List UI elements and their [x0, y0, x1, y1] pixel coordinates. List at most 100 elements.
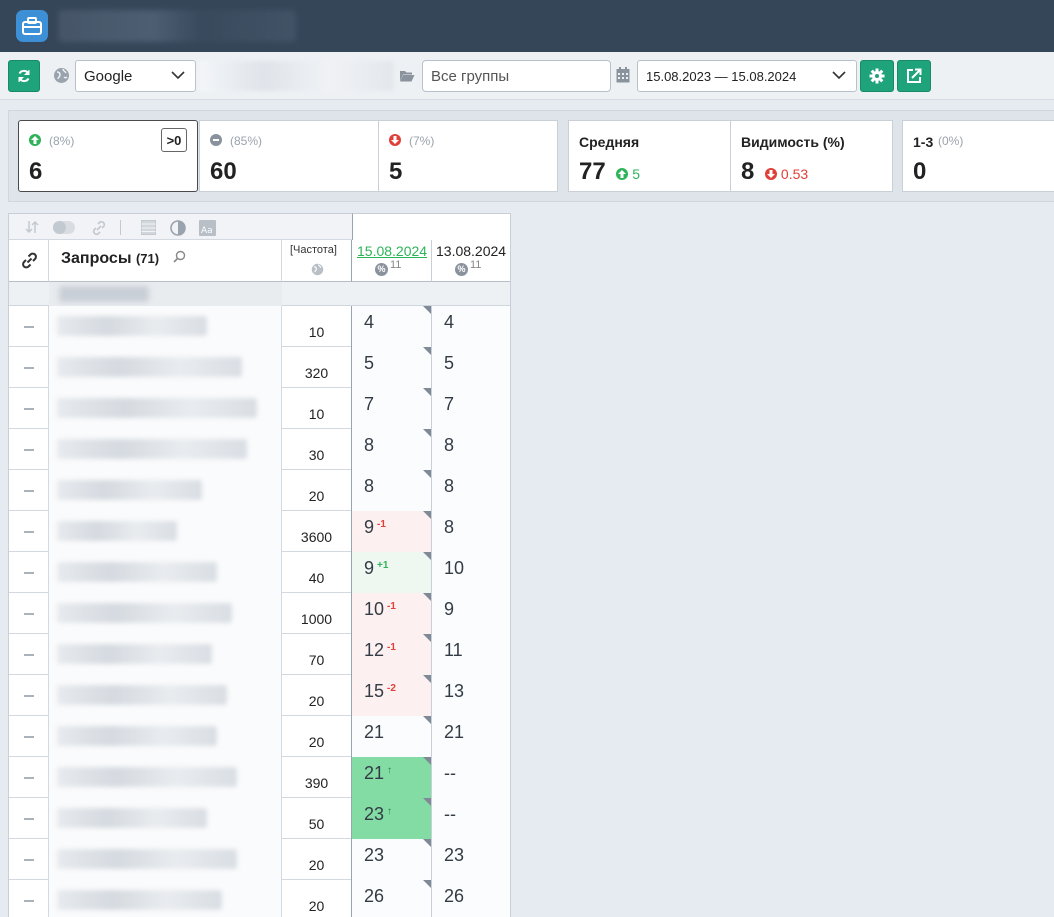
corner-marker-icon[interactable]	[423, 470, 431, 478]
query-cell[interactable]	[49, 839, 282, 880]
row-link-cell[interactable]	[9, 839, 49, 880]
position-cell-date1[interactable]: 8	[352, 470, 432, 511]
position-cell-date1[interactable]: 12 -1	[352, 634, 432, 675]
position-cell-date2[interactable]: 13	[432, 675, 510, 716]
position-cell-date2[interactable]: 21	[432, 716, 510, 757]
position-cell-date2[interactable]: 8	[432, 429, 510, 470]
position-cell-date1[interactable]: 5	[352, 347, 432, 388]
row-link-cell[interactable]	[9, 306, 49, 347]
query-cell[interactable]	[49, 675, 282, 716]
table-row[interactable]: 390 21 ↑ --	[9, 757, 510, 798]
position-cell-date2[interactable]: 7	[432, 388, 510, 429]
font-size-icon[interactable]: Aa	[199, 220, 216, 236]
position-cell-date1[interactable]: 9 -1	[352, 511, 432, 552]
query-cell[interactable]	[49, 634, 282, 675]
position-cell-date2[interactable]: --	[432, 757, 510, 798]
table-row[interactable]: 10 7 7	[9, 388, 510, 429]
position-cell-date2[interactable]: 4	[432, 306, 510, 347]
position-cell-date1[interactable]: 21 ↑	[352, 757, 432, 798]
table-row[interactable]: 20 26 26	[9, 880, 510, 917]
row-link-cell[interactable]	[9, 593, 49, 634]
row-link-cell[interactable]	[9, 552, 49, 593]
position-cell-date2[interactable]: 8	[432, 511, 510, 552]
stat-card-up[interactable]: (8%) >0 6	[18, 120, 198, 192]
search-engine-select[interactable]: Google	[75, 60, 196, 92]
corner-marker-icon[interactable]	[423, 839, 431, 847]
stat-card-same[interactable]: (85%) 60	[199, 120, 379, 192]
stat-card-visibility[interactable]: Видимость (%) 8 0.53	[730, 120, 893, 192]
position-cell-date2[interactable]: 5	[432, 347, 510, 388]
query-cell[interactable]	[49, 798, 282, 839]
table-row[interactable]: 1000 10 -1 9	[9, 593, 510, 634]
settings-button[interactable]	[860, 60, 894, 92]
table-row[interactable]: 20 21 21	[9, 716, 510, 757]
filter-positive-button[interactable]: >0	[161, 128, 187, 152]
table-row[interactable]: 30 8 8	[9, 429, 510, 470]
query-cell[interactable]	[49, 880, 282, 917]
position-cell-date1[interactable]: 21	[352, 716, 432, 757]
row-link-cell[interactable]	[9, 470, 49, 511]
table-row[interactable]: 10 4 4	[9, 306, 510, 347]
export-button[interactable]	[897, 60, 931, 92]
groups-input[interactable]: Все группы	[422, 60, 611, 92]
briefcase-icon[interactable]	[16, 10, 48, 42]
position-cell-date1[interactable]: 15 -2	[352, 675, 432, 716]
row-link-cell[interactable]	[9, 388, 49, 429]
position-cell-date1[interactable]: 23 ↑	[352, 798, 432, 839]
query-cell[interactable]	[49, 552, 282, 593]
frequency-column-header[interactable]: [Частота]	[282, 240, 352, 282]
corner-marker-icon[interactable]	[423, 716, 431, 724]
corner-marker-icon[interactable]	[423, 593, 431, 601]
query-cell[interactable]	[49, 306, 282, 347]
corner-marker-icon[interactable]	[423, 675, 431, 683]
corner-marker-icon[interactable]	[423, 880, 431, 888]
date2-label[interactable]: 13.08.2024	[436, 243, 506, 259]
query-cell[interactable]	[49, 347, 282, 388]
position-cell-date1[interactable]: 4	[352, 306, 432, 347]
row-link-cell[interactable]	[9, 634, 49, 675]
position-cell-date2[interactable]: 10	[432, 552, 510, 593]
position-cell-date2[interactable]: 11	[432, 634, 510, 675]
corner-marker-icon[interactable]	[423, 347, 431, 355]
toggle-icon[interactable]	[53, 221, 75, 234]
queries-column-header[interactable]: Запросы (71)	[49, 240, 282, 282]
date1-column-header[interactable]: 15.08.2024 % 11	[352, 240, 432, 282]
table-row[interactable]: 70 12 -1 11	[9, 634, 510, 675]
query-cell[interactable]	[49, 511, 282, 552]
row-link-cell[interactable]	[9, 716, 49, 757]
table-row[interactable]: 40 9 +1 10	[9, 552, 510, 593]
table-row[interactable]: 20 8 8	[9, 470, 510, 511]
corner-marker-icon[interactable]	[423, 757, 431, 765]
date1-label[interactable]: 15.08.2024	[357, 243, 427, 259]
stat-card-average[interactable]: Средняя 77 5	[568, 120, 731, 192]
link-icon[interactable]	[91, 220, 107, 236]
position-cell-date2[interactable]: 9	[432, 593, 510, 634]
corner-marker-icon[interactable]	[423, 388, 431, 396]
table-view-icon[interactable]	[141, 220, 156, 235]
region-select-redacted[interactable]	[199, 61, 394, 91]
refresh-button[interactable]	[8, 60, 40, 92]
contrast-icon[interactable]	[170, 220, 186, 236]
row-link-cell[interactable]	[9, 757, 49, 798]
position-cell-date2[interactable]: 8	[432, 470, 510, 511]
position-cell-date1[interactable]: 26	[352, 880, 432, 917]
date-range-select[interactable]: 15.08.2023 — 15.08.2024	[637, 60, 857, 92]
row-link-cell[interactable]	[9, 429, 49, 470]
query-cell[interactable]	[49, 757, 282, 798]
table-row[interactable]: 320 5 5	[9, 347, 510, 388]
query-cell[interactable]	[49, 470, 282, 511]
group-row[interactable]	[9, 282, 510, 306]
query-cell[interactable]	[49, 429, 282, 470]
position-cell-date1[interactable]: 9 +1	[352, 552, 432, 593]
link-column-header[interactable]	[9, 240, 49, 282]
query-cell[interactable]	[49, 716, 282, 757]
search-icon[interactable]	[173, 250, 186, 263]
position-cell-date2[interactable]: --	[432, 798, 510, 839]
position-cell-date1[interactable]: 8	[352, 429, 432, 470]
position-cell-date1[interactable]: 7	[352, 388, 432, 429]
row-link-cell[interactable]	[9, 675, 49, 716]
position-cell-date1[interactable]: 10 -1	[352, 593, 432, 634]
corner-marker-icon[interactable]	[423, 634, 431, 642]
corner-marker-icon[interactable]	[423, 552, 431, 560]
row-link-cell[interactable]	[9, 347, 49, 388]
